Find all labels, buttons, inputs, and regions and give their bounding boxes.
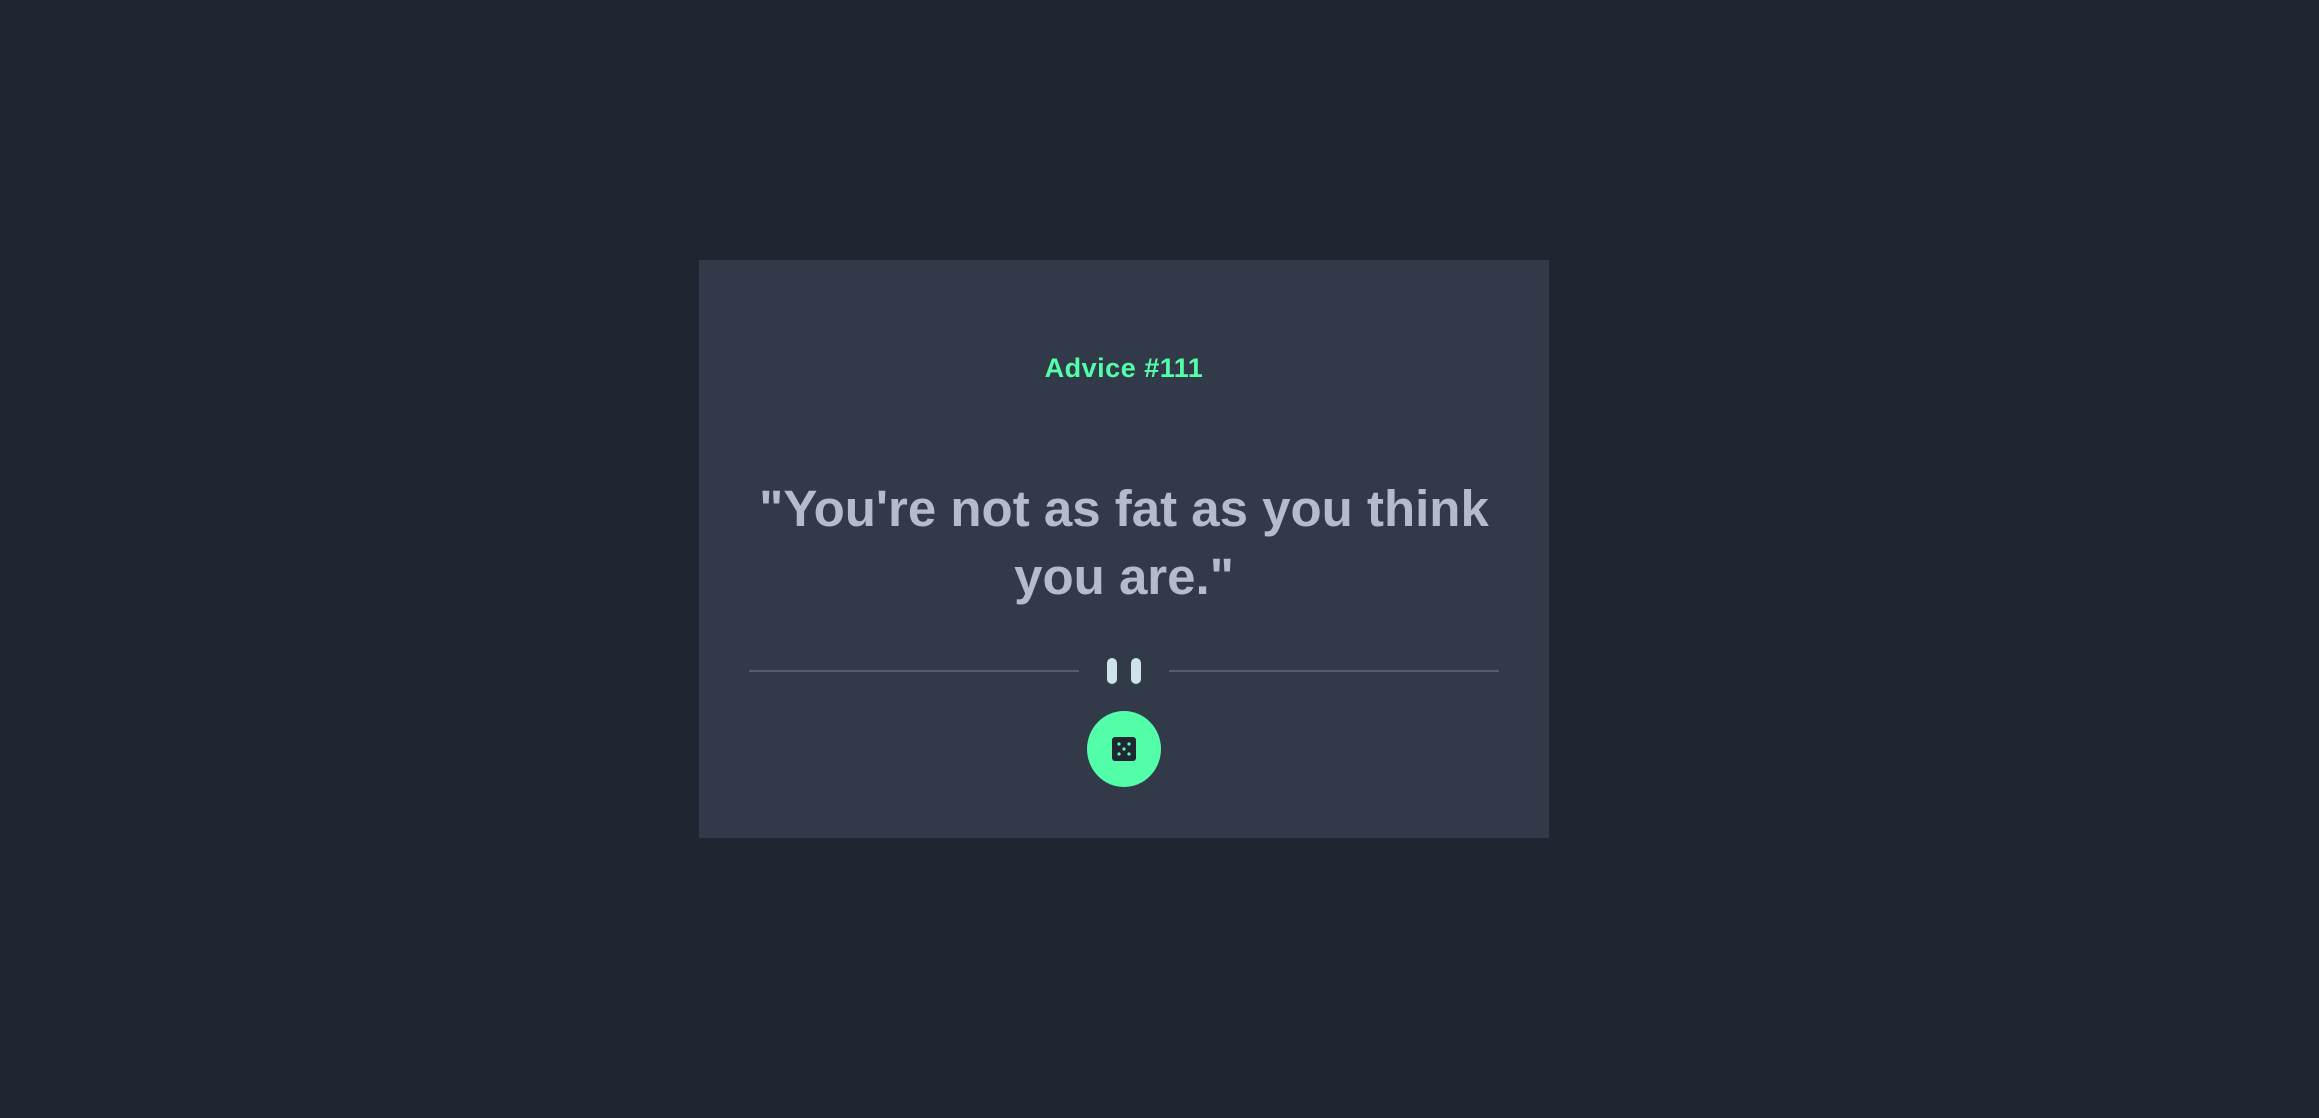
advice-card: Advice #111 "You're not as fat as you th…	[699, 260, 1549, 838]
generate-advice-button[interactable]	[1087, 711, 1161, 787]
dice-icon	[1112, 737, 1136, 761]
advice-id-heading: Advice #111	[1044, 353, 1204, 383]
pattern-divider	[749, 656, 1499, 686]
pause-bar-left	[1107, 658, 1117, 684]
pause-bar-right	[1131, 658, 1141, 684]
pause-icon	[1107, 656, 1143, 686]
divider-line-right	[1169, 670, 1499, 672]
advice-quote: "You're not as fat as you think you are.…	[759, 480, 1489, 605]
page-background: Advice #111 "You're not as fat as you th…	[0, 0, 2319, 1118]
divider-line-left	[749, 670, 1079, 672]
